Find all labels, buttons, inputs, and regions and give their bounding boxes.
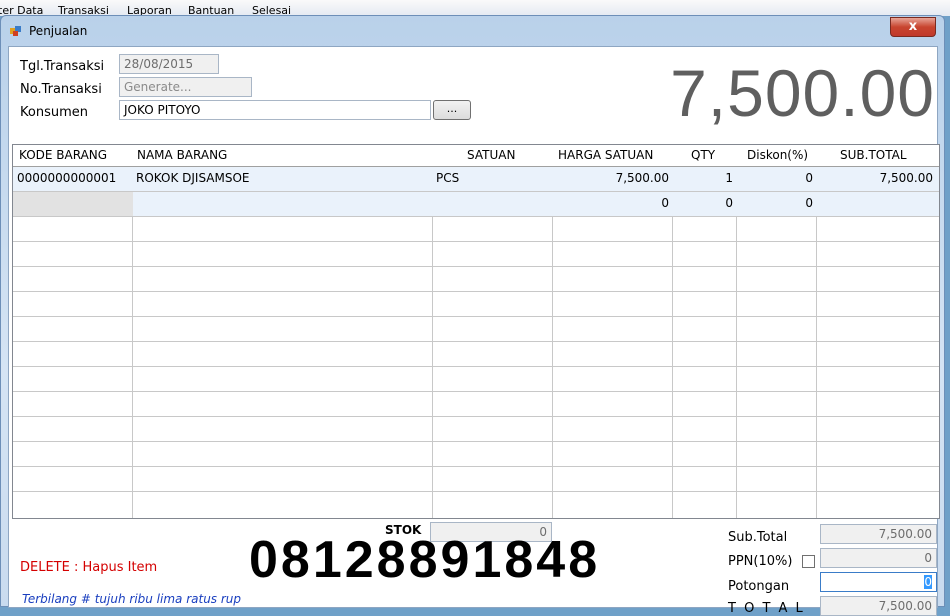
close-button[interactable]: x — [890, 17, 936, 37]
tgl-transaksi-field[interactable]: 28/08/2015 — [119, 54, 219, 74]
cell-qty[interactable]: 0 — [673, 196, 733, 210]
cell-nama[interactable]: ROKOK DJISAMSOE — [136, 171, 250, 185]
table-row — [13, 392, 939, 417]
total-field[interactable]: 7,500.00 — [820, 596, 937, 616]
subtotal-label: Sub.Total — [728, 530, 788, 545]
browse-konsumen-button[interactable]: ... — [433, 100, 471, 120]
table-row — [13, 292, 939, 317]
table-row — [13, 217, 939, 242]
col-header-diskon[interactable]: Diskon(%) — [747, 148, 808, 162]
cell-subtotal[interactable]: 7,500.00 — [817, 171, 933, 185]
penjualan-window: Penjualan x Tgl.Transaksi 28/08/2015 No.… — [0, 15, 945, 616]
table-row — [13, 242, 939, 267]
window-title: Penjualan — [29, 24, 88, 38]
cell-diskon[interactable]: 0 — [737, 171, 813, 185]
cell-satuan[interactable]: PCS — [436, 171, 459, 185]
potongan-field[interactable]: 0 — [820, 572, 937, 592]
terbilang-text: Terbilang # tujuh ribu lima ratus rup — [22, 592, 242, 606]
table-row[interactable]: 0000000000001 ROKOK DJISAMSOE PCS 7,500.… — [13, 167, 939, 192]
tgl-transaksi-label: Tgl.Transaksi — [20, 59, 105, 74]
delete-hint: DELETE : Hapus Item — [20, 560, 158, 575]
cell-harga[interactable]: 0 — [553, 196, 669, 210]
col-header-qty[interactable]: QTY — [691, 148, 715, 162]
cell-qty[interactable]: 1 — [673, 171, 733, 185]
grand-total-display: 7,500.00 — [670, 56, 935, 130]
potongan-label: Potongan — [728, 579, 790, 594]
total-label: T O T A L — [728, 601, 805, 616]
col-header-nama[interactable]: NAMA BARANG — [137, 148, 227, 162]
no-transaksi-field[interactable]: Generate... — [119, 77, 252, 97]
cell-kode[interactable]: 0000000000001 — [17, 171, 116, 185]
form-body: Tgl.Transaksi 28/08/2015 No.Transaksi Ge… — [8, 46, 940, 616]
ppn-label: PPN(10%) — [728, 554, 793, 569]
close-icon: x — [908, 19, 918, 34]
items-grid[interactable]: KODE BARANG NAMA BARANG SATUAN HARGA SAT… — [12, 144, 940, 519]
table-row — [13, 342, 939, 367]
table-row — [13, 467, 939, 492]
potongan-value: 0 — [924, 575, 932, 589]
barcode-number-display: 08128891848 — [249, 531, 601, 589]
table-row — [13, 442, 939, 467]
ppn-field[interactable]: 0 — [820, 548, 937, 568]
subtotal-field[interactable]: 7,500.00 — [820, 524, 937, 544]
grid-header: KODE BARANG NAMA BARANG SATUAN HARGA SAT… — [13, 145, 939, 167]
table-row[interactable]: 0 0 0 — [13, 192, 939, 217]
cell-diskon[interactable]: 0 — [737, 196, 813, 210]
ppn-checkbox[interactable] — [802, 555, 815, 568]
table-row — [13, 317, 939, 342]
col-header-subtotal[interactable]: SUB.TOTAL — [840, 148, 907, 162]
no-transaksi-label: No.Transaksi — [20, 82, 102, 97]
main-menu-bar: ter Data Transaksi Laporan Bantuan Seles… — [0, 0, 950, 17]
col-header-harga[interactable]: HARGA SATUAN — [558, 148, 653, 162]
col-header-kode[interactable]: KODE BARANG — [19, 148, 107, 162]
table-row — [13, 367, 939, 392]
title-bar[interactable]: Penjualan x — [1, 16, 944, 44]
konsumen-label: Konsumen — [20, 105, 88, 120]
konsumen-field[interactable]: JOKO PITOYO — [119, 100, 431, 120]
app-icon — [10, 26, 21, 36]
table-row — [13, 417, 939, 442]
cell-harga[interactable]: 7,500.00 — [553, 171, 669, 185]
col-header-satuan[interactable]: SATUAN — [467, 148, 515, 162]
row-header-cell — [13, 192, 133, 216]
table-row — [13, 267, 939, 292]
